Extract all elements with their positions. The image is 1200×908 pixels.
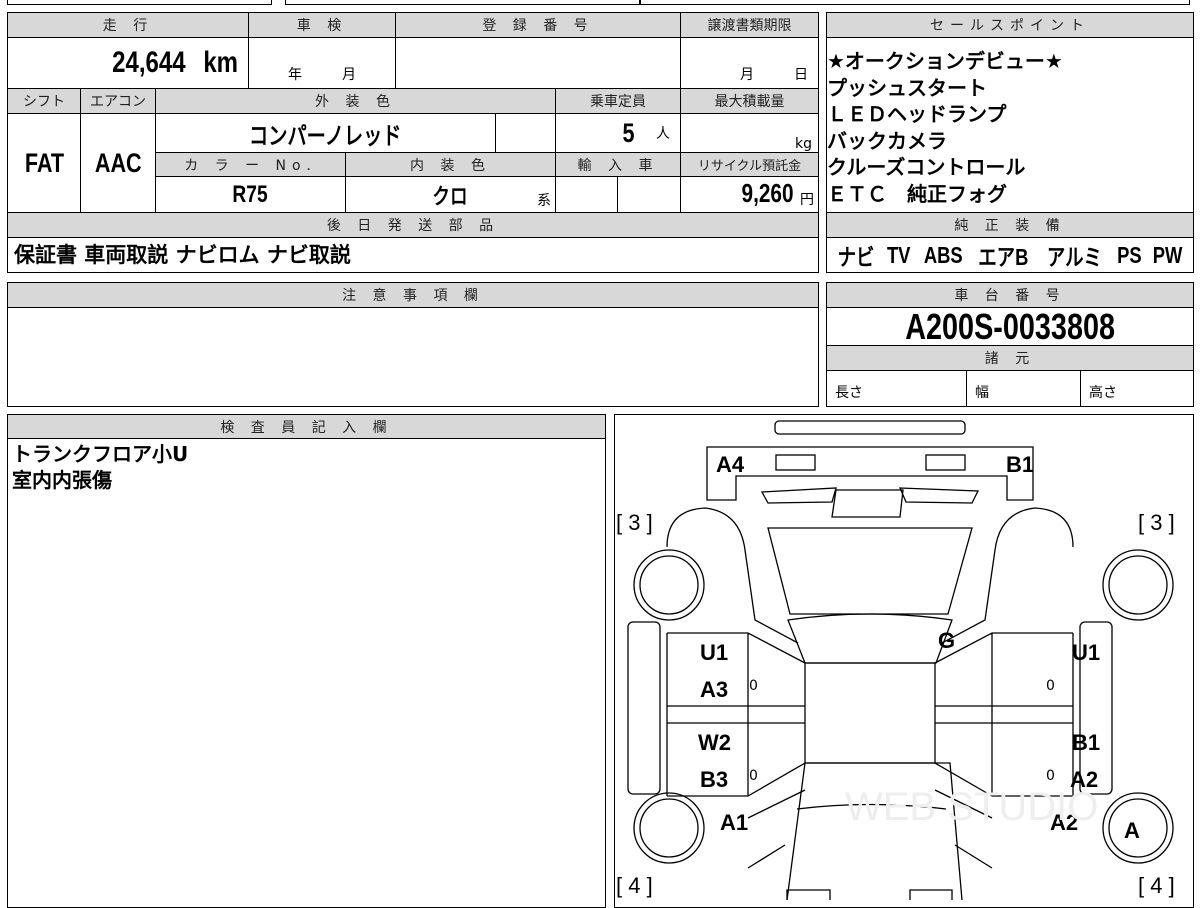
mark-a-wheel: A (1124, 818, 1140, 843)
mark-4-left: [ 4 ] (616, 873, 653, 898)
car-outline (627, 420, 1174, 900)
mark-3-left: [ 3 ] (616, 510, 653, 535)
watermark: WEB STUDIO (845, 785, 1099, 829)
mark-w2: W2 (698, 730, 731, 755)
mark-b1: B1 (1006, 452, 1035, 477)
mark-a1: A1 (720, 810, 749, 835)
mark-u1-left: U1 (700, 640, 729, 665)
mark-b1-right: B1 (1072, 730, 1101, 755)
mark-zero: 0 (749, 768, 758, 784)
mark-zero: 0 (749, 678, 758, 694)
mark-g: G (938, 628, 956, 653)
mark-zero: 0 (1046, 768, 1055, 784)
mark-a3: A3 (700, 677, 729, 702)
mark-3-right: [ 3 ] (1138, 510, 1175, 535)
mark-zero: 0 (1046, 678, 1055, 694)
mark-a4: A4 (716, 452, 745, 477)
mark-u1-right: U1 (1072, 640, 1101, 665)
mark-b3: B3 (700, 767, 729, 792)
mark-4-right: [ 4 ] (1138, 873, 1175, 898)
